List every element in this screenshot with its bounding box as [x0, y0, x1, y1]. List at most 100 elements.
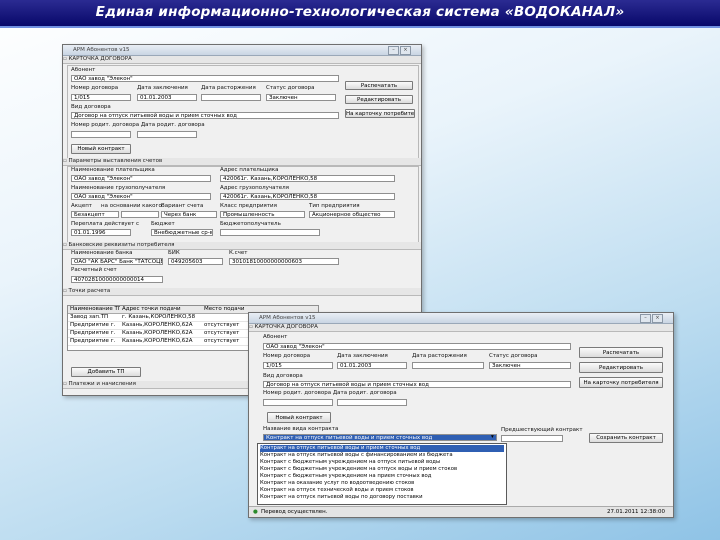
edit-button[interactable]: Редактировать	[345, 95, 413, 104]
to-consumer-card-button[interactable]: На карточку потребителя	[345, 109, 415, 118]
budget-label: Бюджет	[151, 221, 175, 227]
invoice-variant-field[interactable]: Через банк	[161, 211, 217, 218]
list-item[interactable]: Контракт на отпуск питьевой воды по дого…	[260, 494, 504, 501]
budget-recipient-field[interactable]	[220, 229, 320, 236]
contract-kind-field[interactable]: Договор на отпуск питьевой воды и прием …	[263, 381, 571, 388]
cell-tp-address: Казань,КОРОЛЕНКО,62А	[122, 338, 193, 344]
slide-title: Единая информационно-технологическая сис…	[95, 4, 625, 20]
print-button[interactable]: Распечатать	[345, 81, 413, 90]
window-titlebar: АРМ Абонентов v15 – ×	[63, 45, 421, 56]
print-button[interactable]: Распечатать	[579, 347, 663, 358]
list-item[interactable]: Контракт на оказание услуг по водоотведе…	[260, 480, 504, 487]
window-titlebar: АРМ Абонентов v15 – ×	[249, 313, 673, 324]
corr-account-label: К.счет	[229, 250, 248, 256]
abonent-label: Абонент	[71, 67, 96, 73]
header-tp-name: Наименование ТП	[70, 306, 120, 312]
enterprise-class-label: Класс предприятия	[220, 203, 277, 209]
list-item[interactable]: Контракт на отпуск питьевой воды и прием…	[260, 445, 504, 452]
add-tp-button[interactable]: Добавить ТП	[71, 367, 141, 377]
budget-recipient-label: Бюджетополучатель	[220, 221, 281, 227]
termination-date-label: Дата расторжения	[412, 353, 467, 359]
header-tp-address: Адрес точки подачи	[122, 306, 181, 312]
corr-account-field[interactable]: 30101810000000000603	[229, 258, 339, 265]
overpayment-field[interactable]: 01.01.1996	[71, 229, 131, 236]
list-item[interactable]: Контракт на отпуск питьевой воды с финан…	[260, 452, 504, 459]
cell-tp-name: Завод зап.ТП	[70, 314, 109, 320]
save-contract-button[interactable]: Сохранить контракт	[589, 433, 663, 443]
status-bar: ● Перевод осуществлен. 27.01.2011 12:38:…	[249, 506, 673, 517]
minimize-icon[interactable]: –	[640, 314, 651, 323]
parent-contract-number-field[interactable]	[71, 131, 131, 138]
cell-tp-address: Казань,КОРОЛЕНКО,62А	[122, 330, 193, 336]
overpayment-label: Переплата действует с	[71, 221, 140, 227]
settlement-account-field[interactable]: 40702810000000000014	[71, 276, 163, 283]
cell-tp-name: Предприятие г.	[70, 330, 116, 336]
section-points[interactable]: Точки расчета	[63, 288, 421, 296]
conclusion-date-label: Дата заключения	[337, 353, 388, 359]
conclusion-date-field[interactable]: 01.01.2003	[137, 94, 197, 101]
contract-status-field[interactable]: Заключен	[266, 94, 336, 101]
previous-contract-label: Предшествующий контракт	[501, 427, 583, 433]
section-billing-params[interactable]: Параметры выставления счетов	[63, 158, 421, 166]
status-text: Перевод осуществлен.	[261, 509, 328, 515]
previous-contract-field[interactable]	[501, 435, 563, 442]
parent-contract-date-field[interactable]	[137, 131, 197, 138]
contract-type-dropdown-list[interactable]: Контракт на отпуск питьевой воды и прием…	[257, 443, 507, 505]
list-item[interactable]: Контракт с бюджетным учреждением на отпу…	[260, 466, 504, 473]
enterprise-class-field[interactable]: Промышленность	[220, 211, 305, 218]
conclusion-date-field[interactable]: 01.01.2003	[337, 362, 407, 369]
contract-type-dropdown[interactable]: Контракт на отпуск питьевой воды и прием…	[263, 434, 497, 441]
status-icon: ●	[253, 509, 258, 515]
new-contract-button[interactable]: Новый контракт	[71, 144, 131, 154]
list-item[interactable]: Контракт с бюджетным учреждением на отпу…	[260, 459, 504, 466]
contract-kind-label: Вид договора	[263, 373, 303, 379]
cell-tp-name: Предприятие г.	[70, 322, 116, 328]
edit-button[interactable]: Редактировать	[579, 362, 663, 373]
parent-contract-labels: Номер родит. договора Дата родит. догово…	[71, 122, 205, 128]
basis-field[interactable]	[121, 211, 159, 218]
window-title: АРМ Абонентов v15	[259, 315, 316, 321]
abonent-field[interactable]: ОАО завод "Элекон"	[71, 75, 339, 82]
consignee-address-label: Адрес грузополучателя	[220, 185, 289, 191]
termination-date-label: Дата расторжения	[201, 85, 256, 91]
termination-date-field[interactable]	[201, 94, 261, 101]
close-icon[interactable]: ×	[652, 314, 663, 323]
consignee-label: Наименование грузополучателя	[71, 185, 166, 191]
close-icon[interactable]: ×	[400, 46, 411, 55]
abonent-field[interactable]: ОАО завод "Элекон"	[263, 343, 571, 350]
invoice-variant-label: Вариант счета	[161, 203, 204, 209]
chevron-down-icon[interactable]: ▾	[491, 434, 494, 441]
parent-contract-date-field[interactable]	[337, 399, 407, 406]
section-contract-card[interactable]: КАРТОЧКА ДОГОВОРА	[63, 56, 421, 64]
parent-contract-number-field[interactable]	[263, 399, 333, 406]
cell-tp-name: Предприятие г.	[70, 338, 116, 344]
bik-label: БИК	[168, 250, 180, 256]
contract-status-field[interactable]: Заключен	[489, 362, 571, 369]
bik-field[interactable]: 049205603	[168, 258, 223, 265]
termination-date-field[interactable]	[412, 362, 484, 369]
section-contract-card[interactable]: КАРТОЧКА ДОГОВОРА	[249, 324, 673, 332]
contract-status-label: Статус договора	[489, 353, 538, 359]
bank-name-field[interactable]: ОАО "АК БАРС" Банк "ТАТСОЦБАНК" г. Казан…	[71, 258, 163, 265]
list-item[interactable]: Контракт на отпуск технической воды и пр…	[260, 487, 504, 494]
new-contract-button[interactable]: Новый контракт	[267, 412, 331, 423]
consignee-field[interactable]: ОАО завод "Элекон"	[71, 193, 211, 200]
contract-kind-field[interactable]: Договор на отпуск питьевой воды и прием …	[71, 112, 339, 119]
contract-number-label: Номер договора	[71, 85, 119, 91]
budget-field[interactable]: Внебюджетные ср-ва	[151, 229, 213, 236]
status-timestamp: 27.01.2011 12:38:00	[607, 509, 665, 515]
basis-label: на основании какого	[101, 203, 162, 209]
payer-field[interactable]: ОАО завод "Элекон"	[71, 175, 211, 182]
section-bank-details[interactable]: Банковские реквизиты потребителя	[63, 242, 421, 250]
to-consumer-card-button[interactable]: На карточку потребителя	[579, 377, 663, 388]
minimize-icon[interactable]: –	[388, 46, 399, 55]
list-item[interactable]: Контракт с бюджетным учреждением на прие…	[260, 473, 504, 480]
accept-field[interactable]: Безакцепт	[71, 211, 119, 218]
contract-number-label: Номер договора	[263, 353, 311, 359]
payer-address-field[interactable]: 420061г. Казань,КОРОЛЕНКО,58	[220, 175, 395, 182]
consignee-address-field[interactable]: 420061г. Казань,КОРОЛЕНКО,58	[220, 193, 395, 200]
contract-number-field[interactable]: 1/015	[71, 94, 131, 101]
contract-number-field[interactable]: 1/015	[263, 362, 333, 369]
payer-label: Наименование плательщика	[71, 167, 155, 173]
enterprise-type-field[interactable]: Акционерное общество	[309, 211, 395, 218]
